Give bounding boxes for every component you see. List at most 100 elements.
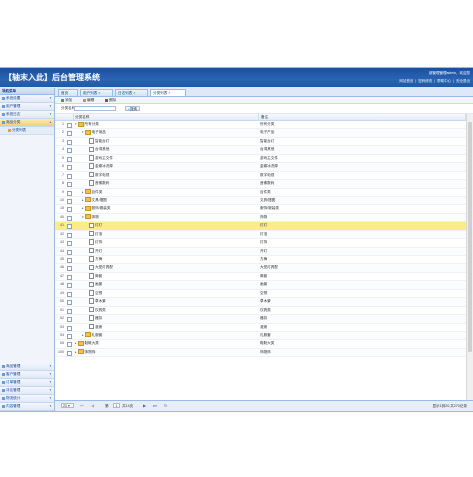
row-checkbox[interactable] [67, 266, 72, 272]
row-checkbox[interactable] [67, 224, 72, 230]
row-checkbox[interactable] [67, 148, 72, 154]
next-page-icon[interactable]: ▶ [143, 403, 146, 408]
table-row[interactable]: 8 音像数码 音像数码 [55, 180, 466, 189]
sidebar-item-users[interactable]: 用户管理 ▼ [0, 103, 54, 111]
close-icon[interactable]: × [133, 91, 135, 95]
row-checkbox[interactable] [67, 156, 72, 162]
row-checkbox[interactable] [67, 182, 72, 188]
tab-user-list[interactable]: 用户列表× [80, 89, 113, 96]
sidebar-item-orders[interactable]: 订单管理 ▼ [0, 379, 54, 387]
row-checkbox[interactable] [67, 283, 72, 289]
page-size-select[interactable]: 20 ▾ [61, 403, 74, 408]
logout-link[interactable]: 安全退出 [456, 79, 470, 83]
first-page-icon[interactable]: ⏮ [80, 403, 84, 408]
table-row[interactable]: 7 数字电视 数字电视 [55, 171, 466, 181]
row-checkbox[interactable] [67, 232, 72, 238]
row-checkbox[interactable] [67, 291, 72, 297]
row-checkbox[interactable] [67, 350, 72, 356]
row-checkbox[interactable] [67, 207, 72, 213]
row-checkbox[interactable] [67, 300, 72, 306]
sidebar-subitem-category-list[interactable]: 分类列表 [0, 127, 54, 135]
expanded-icon[interactable]: ▾ [82, 130, 84, 134]
collapsed-icon[interactable]: ▸ [75, 341, 77, 345]
sidebar-item-products[interactable]: 商品管理 ▼ [0, 363, 54, 371]
sidebar-item-system[interactable]: 系统设置 ▼ [0, 95, 54, 103]
last-page-icon[interactable]: ⏭ [153, 403, 157, 408]
table-row[interactable]: 3 智能台灯 智能台灯 [55, 138, 466, 147]
expanded-icon[interactable]: ▾ [82, 215, 84, 219]
table-row[interactable]: 43 灯饰 灯饰 [55, 239, 466, 248]
category-name-input[interactable] [74, 105, 116, 111]
table-row[interactable]: 65 ▸ 鞋靴大类 鞋靴大类 [55, 340, 466, 349]
row-checkbox[interactable] [67, 131, 72, 137]
prev-page-icon[interactable]: ◀ [91, 403, 94, 408]
sidebar-item-logistics[interactable]: 物流统计 ▼ [0, 395, 54, 403]
tab-category-list[interactable]: 分类列表× [150, 89, 186, 96]
table-row[interactable]: 52 器扣 器扣 [55, 315, 466, 324]
home-link[interactable]: 网站首页 [399, 79, 413, 83]
delete-button[interactable]: 删除 [105, 97, 116, 103]
row-checkbox[interactable] [67, 258, 72, 263]
table-row[interactable]: 2 ▾ 电子用品 电子产品 [55, 129, 466, 138]
row-checkbox[interactable] [67, 139, 72, 145]
refresh-icon[interactable]: ↻ [164, 403, 167, 408]
column-header-note[interactable]: 备注 [259, 114, 466, 120]
collapsed-icon[interactable]: ▸ [75, 350, 77, 354]
table-row[interactable]: 4 台湾其他 台湾其他 [55, 146, 466, 155]
help-link[interactable]: 帮助中心 [437, 79, 451, 83]
table-row[interactable]: 46 大型灯具配 大型灯具配 [55, 264, 466, 273]
sidebar-item-logs[interactable]: 系统日志 ▼ [0, 111, 54, 119]
table-row[interactable]: 50 草木景 草木景 [55, 298, 466, 307]
sidebar-item-categories[interactable]: 商品分类 ▲ [0, 119, 54, 127]
close-icon[interactable]: × [168, 91, 170, 95]
tab-log-list[interactable]: 日志列表× [115, 89, 148, 96]
row-checkbox[interactable] [67, 333, 72, 339]
sidebar-item-content[interactable]: 内容管理 ▼ [0, 403, 54, 411]
row-checkbox[interactable] [67, 274, 72, 280]
password-link[interactable]: 密码修改 [418, 79, 432, 83]
sidebar-item-reviews[interactable]: 评论管理 ▼ [0, 387, 54, 395]
row-checkbox[interactable] [67, 190, 72, 196]
table-row[interactable]: 44 开灯 开灯 [55, 247, 466, 256]
row-checkbox[interactable] [67, 215, 72, 221]
edit-button[interactable]: 编辑 [83, 97, 94, 103]
table-row[interactable]: 53 灌席 灌席 [55, 323, 466, 332]
table-row[interactable]: 48 画景 画景 [55, 281, 466, 290]
row-checkbox[interactable] [67, 249, 72, 255]
close-icon[interactable]: × [98, 91, 100, 95]
tab-home[interactable]: 首页 [58, 89, 78, 96]
search-button[interactable]: ⌕搜索 [125, 105, 140, 111]
table-row[interactable]: 1 ▾ 所有分类 所有分类 [55, 121, 466, 130]
table-row[interactable]: 6 金碟冰洗厚 金碟冰洗厚 [55, 163, 466, 172]
scrollbar-thumb[interactable] [468, 122, 472, 352]
table-row[interactable]: 45 方梅 方梅 [55, 256, 466, 265]
row-checkbox[interactable] [67, 317, 72, 323]
collapsed-icon[interactable]: ▸ [82, 206, 84, 210]
table-row[interactable]: 54 ▸ 礼服套 礼服套 [55, 331, 466, 341]
sidebar-item-customers[interactable]: 客户管理 ▼ [0, 371, 54, 379]
collapsed-icon[interactable]: ▸ [82, 333, 84, 337]
collapsed-icon[interactable]: ▸ [82, 198, 84, 202]
table-row[interactable]: 5 游戏主文件 游戏主文件 [55, 155, 466, 164]
expanded-icon[interactable]: ▾ [75, 122, 77, 126]
table-row[interactable]: 9 ▸ 百件类 百件类 [55, 189, 466, 197]
collapsed-icon[interactable]: ▸ [82, 190, 84, 194]
row-checkbox[interactable] [67, 325, 72, 331]
row-checkbox[interactable] [67, 241, 72, 247]
table-row[interactable]: 49 空想 空想 [55, 290, 466, 299]
table-row[interactable]: 100 ▸ 饰物饰 饰物饰 [55, 348, 466, 358]
table-row[interactable]: 47 筒套 筒套 [55, 273, 466, 282]
row-checkbox[interactable] [67, 123, 72, 128]
table-row[interactable]: 42 灯泡 灯泡 [55, 230, 466, 240]
column-header-name[interactable]: 分类名称 [73, 114, 259, 120]
row-checkbox[interactable] [67, 173, 72, 179]
vertical-scrollbar[interactable] [466, 114, 473, 400]
row-checkbox[interactable] [67, 308, 72, 314]
table-row[interactable]: 10 ▸ 文具/摆图 文具/摆图 [55, 196, 466, 206]
row-checkbox[interactable] [67, 198, 72, 204]
add-button[interactable]: 添加 [61, 97, 72, 103]
table-row[interactable]: 40 ▾ 饰物 饰物 [55, 213, 466, 223]
page-number-input[interactable]: 1 [113, 403, 120, 408]
row-checkbox[interactable] [67, 342, 72, 348]
table-row[interactable]: 41 灯灯 灯灯 [55, 222, 466, 231]
